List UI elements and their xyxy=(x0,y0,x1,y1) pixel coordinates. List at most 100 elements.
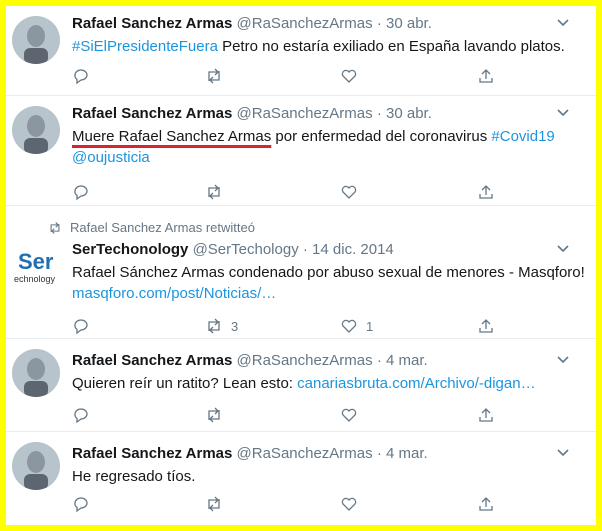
tweet-actions xyxy=(72,66,512,86)
tweet-header: SerTechonology @SerTechology · 14 dic. 2… xyxy=(72,240,586,260)
separator-dot: · xyxy=(376,352,382,369)
like-icon xyxy=(341,185,357,199)
author-name[interactable]: Rafael Sanchez Armas xyxy=(72,445,232,462)
author-name[interactable]: Rafael Sanchez Armas xyxy=(72,352,232,369)
share-icon xyxy=(479,408,493,422)
tweet-2[interactable]: Rafael Sanchez Armas @RaSanchezArmas · 3… xyxy=(6,96,596,206)
avatar[interactable] xyxy=(12,349,60,397)
author-handle[interactable]: @SerTechology xyxy=(193,241,299,258)
retweet-icon xyxy=(208,407,220,423)
reply-button[interactable] xyxy=(72,405,98,425)
tweet-actions xyxy=(72,494,512,514)
chevron-down-icon[interactable] xyxy=(554,351,572,369)
like-button[interactable] xyxy=(340,405,366,425)
author-name[interactable]: Rafael Sanchez Armas xyxy=(72,15,232,32)
retweet-count: 3 xyxy=(231,318,239,334)
tweet-date[interactable]: 4 mar. xyxy=(386,352,428,369)
share-button[interactable] xyxy=(477,316,495,336)
tweet-header: Rafael Sanchez Armas @RaSanchezArmas · 3… xyxy=(72,104,586,124)
underlined-headline: Muere Rafael Sanchez Armas xyxy=(72,128,272,145)
chevron-down-icon[interactable] xyxy=(554,14,572,32)
retweet-button[interactable]: 3 xyxy=(205,316,238,336)
avatar-logo[interactable]: Ser echnology xyxy=(12,244,60,292)
reply-icon xyxy=(74,319,88,335)
avatar[interactable] xyxy=(12,16,60,64)
tweet-content: Rafael Sanchez Armas @RaSanchezArmas · 3… xyxy=(72,14,586,57)
like-count: 1 xyxy=(366,318,374,334)
share-button[interactable] xyxy=(477,66,495,86)
hashtag-link[interactable]: #Covid19 xyxy=(491,128,554,145)
share-button[interactable] xyxy=(477,405,495,425)
separator-dot: · xyxy=(376,445,382,462)
like-button[interactable] xyxy=(340,494,366,514)
tweet-actions xyxy=(72,182,512,202)
tweet-1[interactable]: Rafael Sanchez Armas @RaSanchezArmas · 3… xyxy=(6,6,596,96)
reply-button[interactable] xyxy=(72,316,98,336)
author-handle[interactable]: @RaSanchezArmas xyxy=(237,15,373,32)
chevron-down-icon[interactable] xyxy=(554,104,572,122)
author-handle[interactable]: @RaSanchezArmas xyxy=(237,445,373,462)
chevron-down-icon[interactable] xyxy=(554,240,572,258)
url-link[interactable]: canariasbruta.com/Archivo/-digan… xyxy=(297,375,535,392)
author-handle[interactable]: @RaSanchezArmas xyxy=(237,105,373,122)
tweet-3[interactable]: Rafael Sanchez Armas retwitteó Ser echno… xyxy=(6,206,596,339)
mention-link[interactable]: @oujusticia xyxy=(72,149,150,166)
retweet-context: Rafael Sanchez Armas retwitteó xyxy=(48,220,255,235)
tweet-date[interactable]: 30 abr. xyxy=(386,15,432,32)
like-icon xyxy=(341,319,357,333)
tweet-5[interactable]: Rafael Sanchez Armas @RaSanchezArmas · 4… xyxy=(6,432,596,525)
tweet-date[interactable]: 30 abr. xyxy=(386,105,432,122)
retweet-icon xyxy=(50,221,60,234)
share-icon xyxy=(479,319,493,333)
like-icon xyxy=(341,69,357,83)
reply-button[interactable] xyxy=(72,182,98,202)
logo-bottom: echnology xyxy=(14,274,56,284)
tweet-text: Rafael Sánchez Armas condenado por abuso… xyxy=(72,262,586,304)
avatar[interactable] xyxy=(12,442,60,490)
share-icon xyxy=(479,185,493,199)
tweet-text: Quieren reír un ratito? Lean esto: canar… xyxy=(72,373,586,394)
tweet-4[interactable]: Rafael Sanchez Armas @RaSanchezArmas · 4… xyxy=(6,339,596,432)
like-button[interactable]: 1 xyxy=(340,316,373,336)
tweet-header: Rafael Sanchez Armas @RaSanchezArmas · 4… xyxy=(72,351,586,371)
tweet-date[interactable]: 4 mar. xyxy=(386,445,428,462)
reply-icon xyxy=(74,69,88,85)
separator-dot: · xyxy=(376,15,382,32)
chevron-down-icon[interactable] xyxy=(554,444,572,462)
tweet-date[interactable]: 14 dic. 2014 xyxy=(312,241,394,258)
author-handle[interactable]: @RaSanchezArmas xyxy=(237,352,373,369)
reply-button[interactable] xyxy=(72,66,98,86)
tweet-actions xyxy=(72,405,512,425)
reply-icon xyxy=(74,185,88,201)
like-button[interactable] xyxy=(340,182,366,202)
share-icon xyxy=(479,69,493,83)
author-name[interactable]: Rafael Sanchez Armas xyxy=(72,105,232,122)
author-name[interactable]: SerTechonology xyxy=(72,241,188,258)
tweet-text-body: Quieren reír un ratito? Lean esto: xyxy=(72,375,298,392)
tweet-content: Rafael Sanchez Armas @RaSanchezArmas · 4… xyxy=(72,444,586,487)
url-link[interactable]: masqforo.com/post/Noticias/… xyxy=(72,285,276,302)
like-button[interactable] xyxy=(340,66,366,86)
tweet-text-body: por enfermedad del coronavirus xyxy=(271,128,492,145)
reply-icon xyxy=(74,497,88,513)
retweet-button[interactable] xyxy=(205,405,231,425)
tweet-actions: 3 1 xyxy=(72,316,512,336)
share-button[interactable] xyxy=(477,494,495,514)
like-icon xyxy=(341,408,357,422)
retweet-icon xyxy=(208,184,220,200)
share-button[interactable] xyxy=(477,182,495,202)
retweet-button[interactable] xyxy=(205,494,231,514)
tweet-header: Rafael Sanchez Armas @RaSanchezArmas · 4… xyxy=(72,444,586,464)
hashtag-link[interactable]: #SiElPresidenteFuera xyxy=(72,38,218,55)
retweet-icon xyxy=(208,68,220,84)
avatar[interactable] xyxy=(12,106,60,154)
retweet-icon xyxy=(208,318,220,334)
reply-button[interactable] xyxy=(72,494,98,514)
tweet-text: Muere Rafael Sanchez Armas por enfermeda… xyxy=(72,126,586,168)
retweet-button[interactable] xyxy=(205,66,231,86)
separator-dot: · xyxy=(302,241,308,258)
tweet-text: He regresado tíos. xyxy=(72,466,586,487)
retweet-label[interactable]: Rafael Sanchez Armas retwitteó xyxy=(70,220,255,235)
retweet-button[interactable] xyxy=(205,182,231,202)
retweet-icon xyxy=(208,496,220,512)
